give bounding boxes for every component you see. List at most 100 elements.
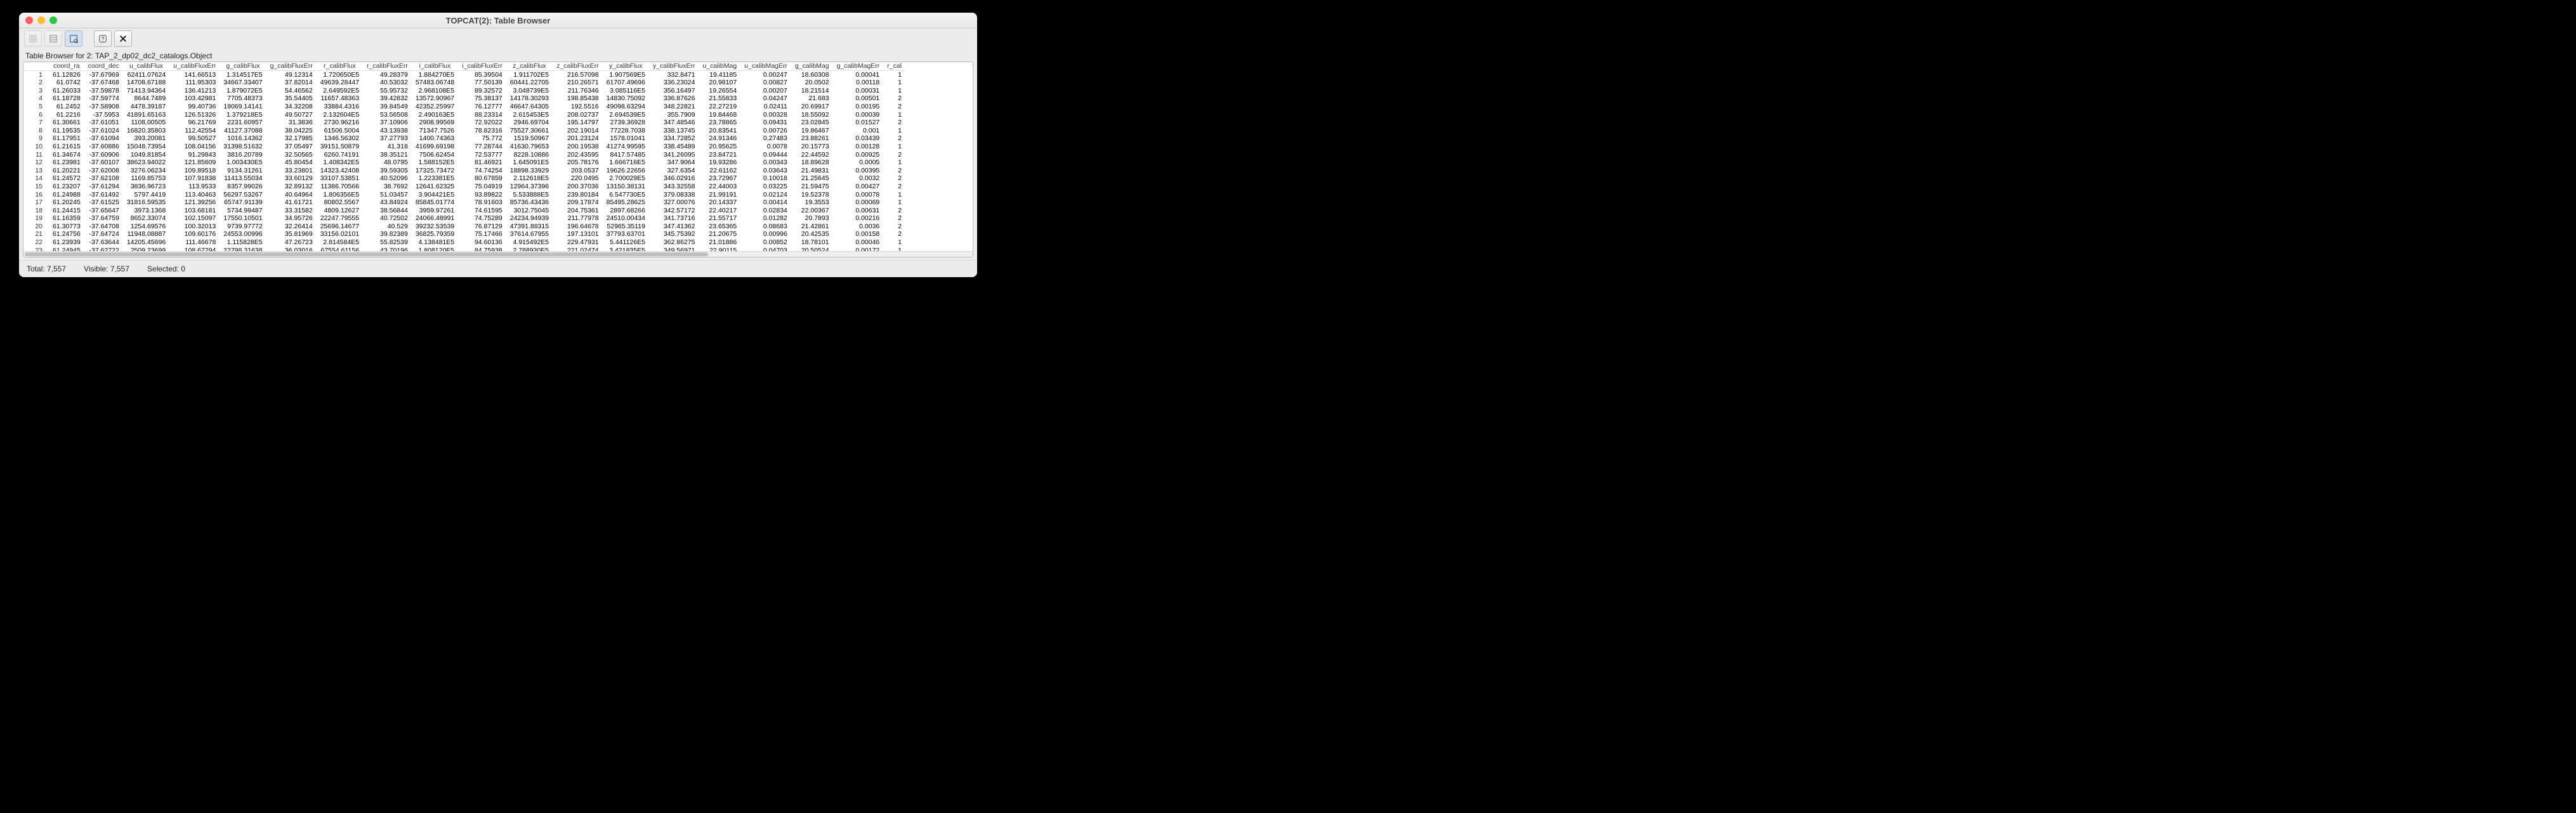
cell: -37.60107	[84, 159, 123, 167]
table-row[interactable]: 761.30661-37.610511108.0050596.217692231…	[23, 119, 905, 127]
cell: 19.26554	[699, 87, 740, 95]
table-row[interactable]: 161.12826-37.6796962411.07624141.665131.…	[23, 70, 905, 79]
column-header[interactable]: u_calibFlux	[123, 62, 169, 70]
column-header[interactable]: r_calibFluxErr	[363, 62, 412, 70]
cell: 47391.88315	[506, 223, 553, 231]
cell: 41630.79653	[506, 143, 553, 151]
table-row[interactable]: 1561.23207-37.612943836.96723113.9533835…	[23, 183, 905, 191]
column-header[interactable]: i_calibFluxErr	[458, 62, 506, 70]
table-row[interactable]: 1661.24988-37.614925797.4419113.40463562…	[23, 191, 905, 199]
cell: 20.83541	[699, 127, 740, 135]
table-row[interactable]: 661.2216-37.595341891.65163126.513261.37…	[23, 111, 905, 119]
column-header[interactable]: i_calibFlux	[412, 62, 458, 70]
column-header[interactable]: y_calibFlux	[603, 62, 649, 70]
minimize-window-icon[interactable]	[37, 16, 45, 24]
table-row[interactable]: 1861.24415-37.656473973.1368103.68181573…	[23, 207, 905, 215]
row-index: 22	[23, 238, 49, 247]
cell: -37.61294	[84, 183, 123, 191]
column-header[interactable]: y_calibFluxErr	[649, 62, 699, 70]
table-row[interactable]: 1261.23981-37.6010738623.94022121.856091…	[23, 159, 905, 167]
cell: 22.40217	[699, 207, 740, 215]
column-header[interactable]: u_calibMagErr	[740, 62, 791, 70]
cell: 76.87129	[458, 223, 506, 231]
cell: 77228.7038	[603, 127, 649, 135]
close-window-icon[interactable]	[25, 16, 33, 24]
column-header[interactable]	[23, 62, 49, 70]
cell: 3973.1368	[123, 207, 169, 215]
cell: 49.28379	[363, 70, 412, 79]
column-header[interactable]: g_calibMag	[791, 62, 833, 70]
toolbar-close-button[interactable]	[114, 30, 132, 47]
cell: 71347.7526	[412, 127, 458, 135]
window-controls	[25, 16, 57, 24]
cell: 61.23939	[49, 238, 84, 247]
cell: 61.24945	[49, 247, 84, 251]
cell: 210.26571	[553, 79, 603, 87]
column-header[interactable]: coord_ra	[49, 62, 84, 70]
table-row[interactable]: 1061.21615-37.6088615048.73954108.041563…	[23, 143, 905, 151]
column-header[interactable]: g_calibFlux	[220, 62, 266, 70]
column-header[interactable]: g_calibFluxErr	[266, 62, 317, 70]
table-row[interactable]: 361.26033-37.5987871413.94364136.412131.…	[23, 87, 905, 95]
table-row[interactable]: 2161.24756-37.6472411948.08887109.601762…	[23, 230, 905, 238]
cell: 1	[883, 159, 905, 167]
table-row[interactable]: 461.18728-37.597748644.7489103.429817705…	[23, 94, 905, 103]
table-row[interactable]: 261.0742-37.6746814708.67188111.95303346…	[23, 79, 905, 87]
cell: 0.04247	[740, 94, 791, 103]
column-header[interactable]: z_calibFluxErr	[553, 62, 603, 70]
cell: 21.683	[791, 94, 833, 103]
cell: 4809.12627	[317, 207, 363, 215]
table-row[interactable]: 2361.24945-37.627222509.23699108.6729422…	[23, 247, 905, 251]
cell: -37.65647	[84, 207, 123, 215]
cell: 336.87626	[649, 94, 699, 103]
column-header[interactable]: coord_dec	[84, 62, 123, 70]
column-header[interactable]: r_cal	[883, 62, 905, 70]
cell: 349.56971	[649, 247, 699, 251]
cell: 0.00118	[833, 79, 884, 87]
cell: 2	[883, 183, 905, 191]
column-header[interactable]: z_calibFlux	[506, 62, 553, 70]
cell: 211.77978	[553, 214, 603, 223]
table-row[interactable]: 2061.30773-37.647081254.69576100.3201397…	[23, 223, 905, 231]
cell: 2897.68266	[603, 207, 649, 215]
cell: 0.001	[833, 127, 884, 135]
table-row[interactable]: 1361.20221-37.620083276.06234109.8951891…	[23, 167, 905, 175]
table-row[interactable]: 961.17951-37.61094393.2008199.505271016.…	[23, 134, 905, 143]
cell: 0.00046	[833, 238, 884, 247]
table-scroll[interactable]: coord_racoord_decu_calibFluxu_calibFluxE…	[23, 62, 973, 251]
cell: 332.8471	[649, 70, 699, 79]
toolbar-help-button[interactable]: ?	[94, 30, 112, 47]
cell: 0.08683	[740, 223, 791, 231]
cell: 2.694539E5	[603, 111, 649, 119]
cell: 37.05497	[266, 143, 317, 151]
column-header[interactable]: u_calibMag	[699, 62, 740, 70]
table-row[interactable]: 1761.20245-37.6152531816.59535121.392566…	[23, 198, 905, 207]
cell: 348.22821	[649, 103, 699, 111]
cell: 0.27483	[740, 134, 791, 143]
table-row[interactable]: 1461.24572-37.621081169.85753107.9183811…	[23, 174, 905, 183]
cell: 75.38137	[458, 94, 506, 103]
cell: 202.19014	[553, 127, 603, 135]
table-row[interactable]: 1961.16359-37.647598652.33074102.1509717…	[23, 214, 905, 223]
toolbar-grid1-button[interactable]	[24, 30, 42, 47]
table-row[interactable]: 2261.23939-37.6364414205.45696111.466781…	[23, 238, 905, 247]
horizontal-scrollbar[interactable]	[23, 251, 973, 257]
titlebar[interactable]: TOPCAT(2): Table Browser	[19, 13, 977, 29]
cell: 13150.38131	[603, 183, 649, 191]
table-row[interactable]: 561.2452-37.589084478.3918799.4073619069…	[23, 103, 905, 111]
table-row[interactable]: 1161.34674-37.609061049.8185491.29843381…	[23, 151, 905, 159]
column-header[interactable]: u_calibFluxErr	[169, 62, 220, 70]
table-row[interactable]: 861.19535-37.6102416820.35803112.4255441…	[23, 127, 905, 135]
cell: 2	[883, 119, 905, 127]
column-header[interactable]: r_calibFlux	[317, 62, 363, 70]
cell: 61.21615	[49, 143, 84, 151]
cell: 0.00078	[833, 191, 884, 199]
column-header[interactable]: g_calibMagErr	[833, 62, 884, 70]
scrollbar-thumb[interactable]	[25, 252, 708, 256]
toolbar-select-button[interactable]	[65, 30, 82, 47]
cell: 18.78101	[791, 238, 833, 247]
toolbar-grid2-button[interactable]	[44, 30, 62, 47]
cell: 341.26095	[649, 151, 699, 159]
cell: 52965.35119	[603, 223, 649, 231]
zoom-window-icon[interactable]	[49, 16, 57, 24]
